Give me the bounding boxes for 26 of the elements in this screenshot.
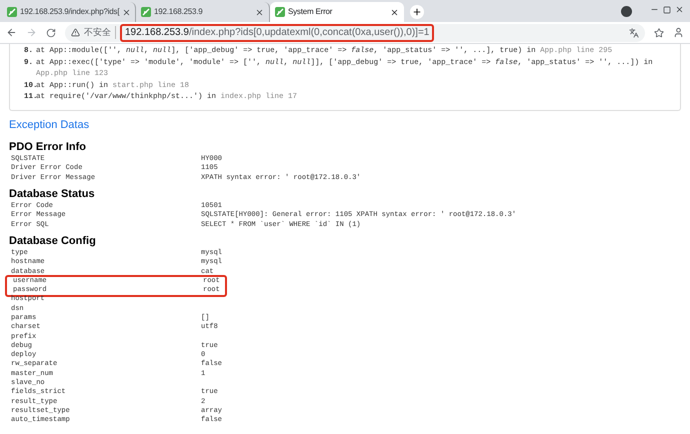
close-icon[interactable] [255, 8, 264, 16]
tab-title: 192.168.253.9/index.php?ids[ [20, 6, 120, 18]
maximize-icon[interactable] [663, 6, 671, 14]
reload-icon[interactable] [46, 28, 56, 38]
tab-title: 192.168.253.9 [154, 6, 204, 18]
new-tab-button[interactable] [410, 5, 424, 19]
close-icon[interactable] [390, 8, 399, 16]
tab-title: System Error [288, 6, 334, 18]
bookmark-star-icon[interactable] [654, 28, 664, 38]
url-field[interactable]: 192.168.253.9/index.php?ids[0,updatexml(0,concat(0xa,user()),0)]=1 [120, 24, 434, 42]
address-bar[interactable]: 不安全 192.168.253.9/index.php?ids[0,updatexml(0,concat(0xa,user()),0)]=1 [65, 24, 645, 42]
warning-icon [71, 28, 80, 37]
url-host: 192.168.253.9 [125, 26, 189, 40]
plus-icon [412, 7, 422, 17]
profile-icon[interactable] [673, 27, 684, 38]
close-icon[interactable] [122, 8, 132, 16]
section-title: Exception Datas [9, 118, 90, 132]
section-heading: PDO Error Info [9, 141, 88, 154]
back-icon[interactable] [6, 27, 17, 38]
browser-tab[interactable]: System Error [270, 2, 404, 22]
section-heading: Database Status [9, 188, 96, 201]
url-path: /index.php?ids[0,updatexml(0,concat(0xa,user()),0)]=1 [188, 26, 430, 40]
close-window-icon[interactable] [675, 5, 684, 14]
section-heading: Database Config [9, 234, 97, 248]
translate-icon[interactable] [629, 28, 639, 38]
security-label: 不安全 [84, 26, 116, 40]
